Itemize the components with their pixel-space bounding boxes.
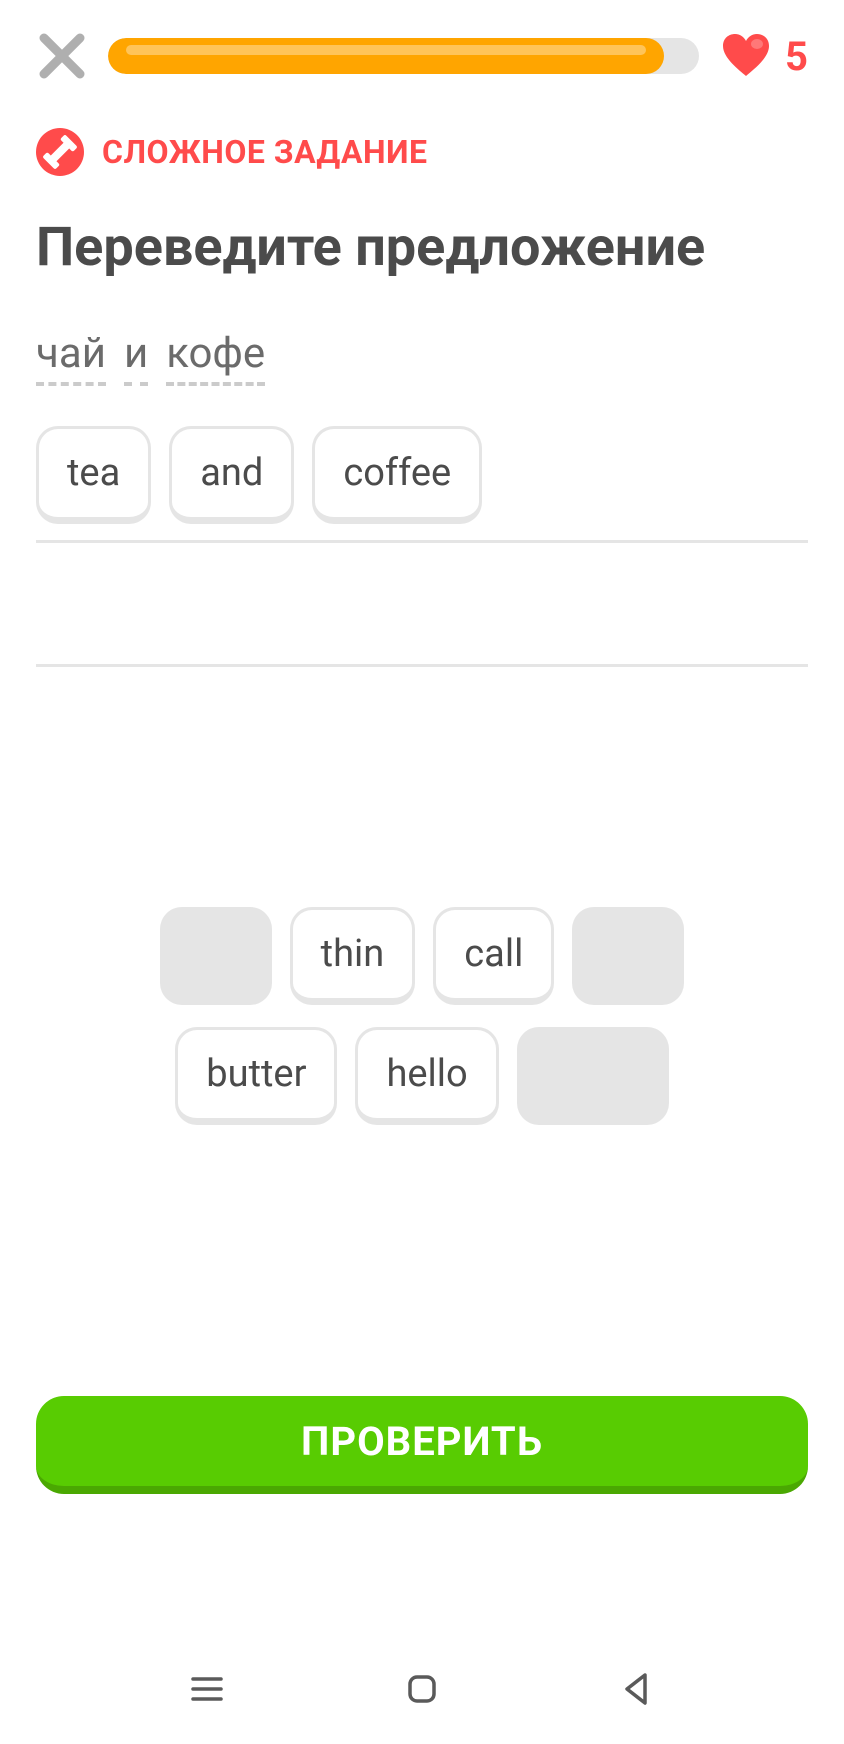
close-icon [36,30,88,82]
empty-slot [517,1027,669,1125]
bank-chip[interactable]: call [433,907,554,1005]
task-title: Переведите предложение [0,216,844,279]
square-icon [400,1667,444,1711]
back-icon [615,1667,659,1711]
sentence-word[interactable]: кофе [166,329,265,386]
close-button[interactable] [36,30,88,82]
answer-chip[interactable]: tea [36,426,151,524]
empty-slot [572,907,684,1005]
recents-button[interactable] [185,1667,229,1711]
challenge-label: СЛОЖНОЕ ЗАДАНИЕ [102,133,427,171]
bank-row: butter hello [36,1027,808,1125]
back-button[interactable] [615,1667,659,1711]
bank-row: thin call [36,907,808,1005]
answer-row[interactable]: tea and coffee [36,426,808,543]
dumbbell-icon [36,128,84,176]
hearts-container[interactable]: 5 [719,32,808,80]
bank-chip[interactable]: butter [175,1027,337,1125]
heart-icon [719,32,773,80]
header: 5 [0,0,844,112]
answer-area: tea and coffee [0,426,844,667]
word-bank: thin call butter hello [0,907,844,1125]
hearts-count: 5 [785,33,808,80]
sentence-word[interactable]: и [124,329,148,386]
answer-chip[interactable]: and [169,426,294,524]
bank-chip[interactable]: hello [355,1027,498,1125]
system-nav-bar [0,1634,844,1744]
bank-chip[interactable]: thin [290,907,416,1005]
sentence-word[interactable]: чай [36,329,106,386]
source-sentence: чай и кофе [0,329,844,386]
challenge-badge: СЛОЖНОЕ ЗАДАНИЕ [0,128,844,176]
progress-bar [108,38,699,74]
menu-icon [185,1667,229,1711]
progress-fill [108,38,664,74]
answer-chip[interactable]: coffee [312,426,482,524]
home-button[interactable] [400,1667,444,1711]
answer-row[interactable] [36,543,808,667]
check-button[interactable]: ПРОВЕРИТЬ [36,1396,808,1494]
empty-slot [160,907,272,1005]
